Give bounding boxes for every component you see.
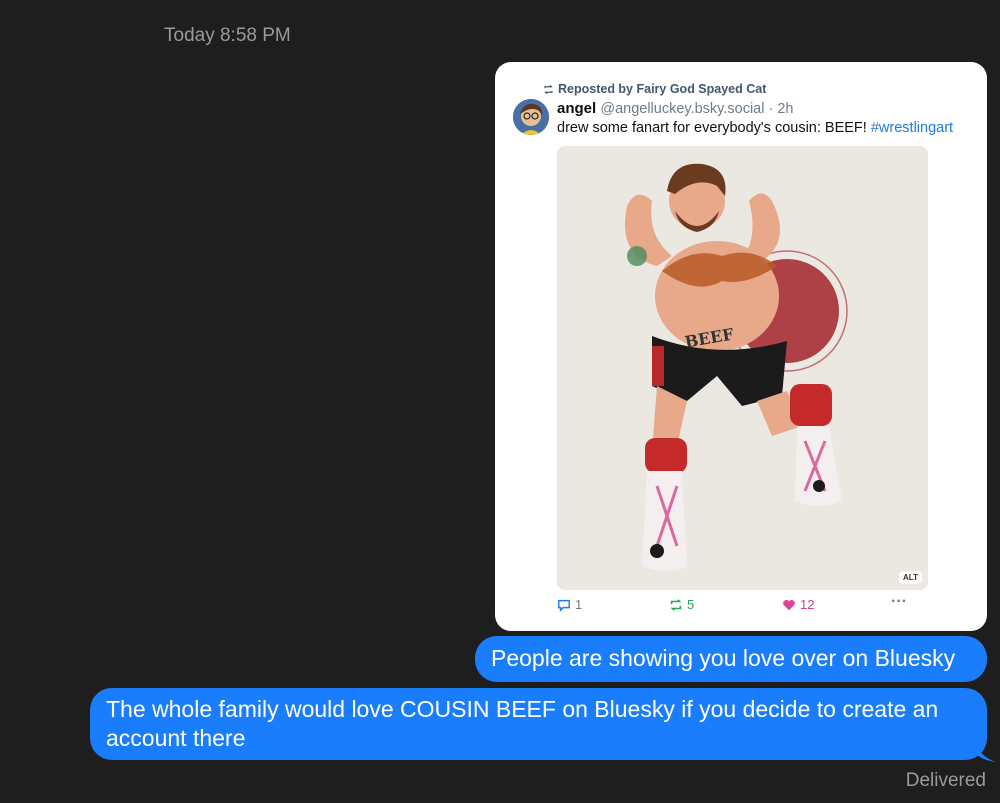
more-icon: ···	[891, 593, 907, 610]
like-count: 12	[800, 597, 815, 612]
author-name[interactable]: angel	[557, 100, 596, 117]
reply-icon	[558, 599, 570, 612]
post-actions: 1 5 12 ···	[557, 593, 917, 617]
repost-indicator: Reposted by Fairy God Spayed Cat	[543, 82, 766, 96]
message-bubble[interactable]: People are showing you love over on Blue…	[475, 636, 987, 682]
repost-button[interactable]: 5	[669, 597, 694, 612]
post-body: drew some fanart for everybody's cousin:…	[557, 120, 871, 136]
more-options-button[interactable]: ···	[891, 593, 907, 611]
post-text: drew some fanart for everybody's cousin:…	[557, 120, 953, 136]
message-timestamp: Today 8:58 PM	[164, 25, 291, 46]
author-avatar[interactable]	[513, 99, 549, 135]
reply-button[interactable]: 1	[557, 597, 582, 612]
alt-text-badge[interactable]: ALT	[899, 571, 922, 584]
delivery-status: Delivered	[905, 770, 986, 791]
bubble-tail-icon	[976, 740, 996, 762]
repost-icon	[544, 84, 553, 94]
like-button[interactable]: 12	[782, 597, 814, 612]
hashtag-link[interactable]: #wrestlingart	[871, 120, 953, 136]
repost-action-icon	[670, 598, 682, 611]
post-image-wrestler-fanart[interactable]: BEEF ALT	[557, 146, 928, 590]
heart-icon	[783, 599, 795, 610]
bluesky-post-card[interactable]: Reposted by Fairy God Spayed Cat angel @…	[495, 62, 987, 631]
reply-count: 1	[575, 597, 583, 612]
repost-label: Reposted by Fairy God Spayed Cat	[558, 82, 767, 96]
author-line: angel @angelluckey.bsky.social · 2h	[557, 100, 793, 117]
repost-count: 5	[687, 597, 695, 612]
message-bubble[interactable]: The whole family would love COUSIN BEEF …	[90, 688, 987, 760]
author-handle-time[interactable]: @angelluckey.bsky.social · 2h	[600, 101, 793, 117]
